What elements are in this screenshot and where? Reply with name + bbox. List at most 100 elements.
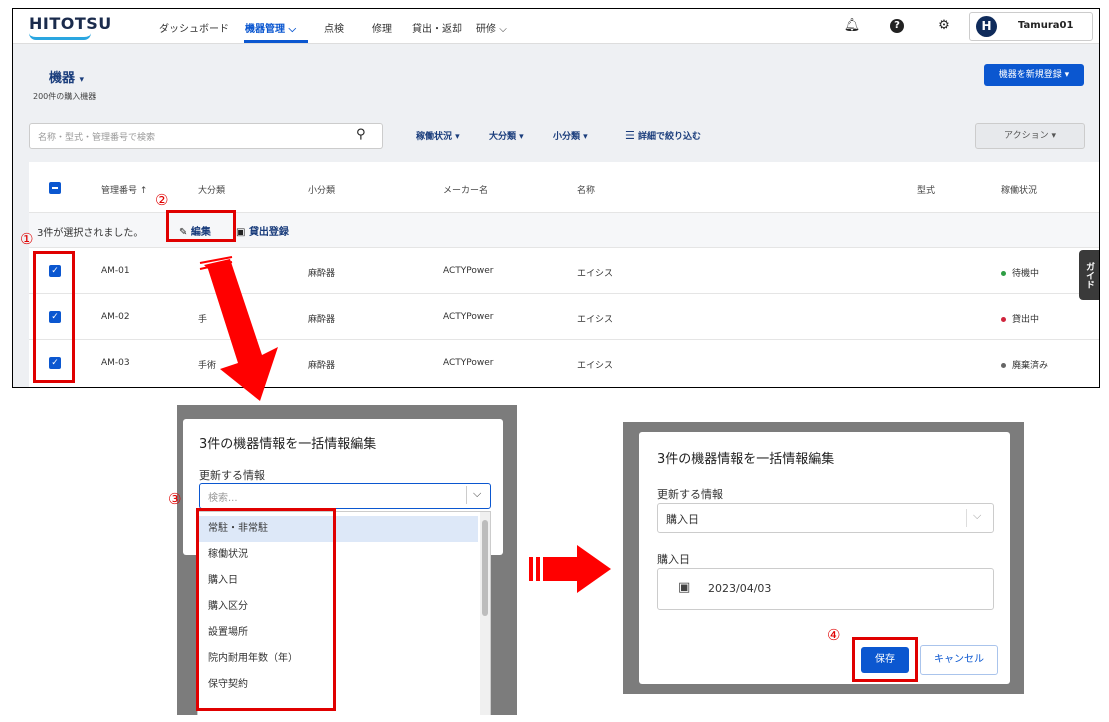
cell-maker: ACTYPower — [443, 358, 494, 368]
calendar-icon[interactable]: ▣ — [678, 580, 690, 595]
search-icon[interactable]: ⚲ — [356, 127, 366, 142]
field-search-placeholder: 検索... — [208, 493, 238, 504]
cancel-button[interactable]: キャンセル — [920, 645, 998, 675]
modal-title: 3件の機器情報を一括情報編集 — [657, 452, 835, 467]
cell-id: AM-03 — [101, 358, 130, 368]
col-header-model[interactable]: 型式 — [917, 183, 935, 196]
bulk-edit-form-screenshot: 3件の機器情報を一括情報編集 更新する情報 購入日 ⌵ 購入日 ▣ 2023/0… — [623, 422, 1024, 694]
caret-down-icon: ▾ — [79, 75, 85, 85]
field-select[interactable]: 購入日 ⌵ — [657, 503, 994, 533]
cell-status: 廃棄済み — [1001, 358, 1048, 371]
detail-filter-button[interactable]: ☰ 詳細で絞り込む — [625, 129, 701, 142]
chevron-down-icon[interactable]: ⌵ — [473, 487, 481, 501]
status-label: 待機中 — [1012, 269, 1040, 279]
action-button[interactable]: アクション ▾ — [975, 123, 1085, 149]
select-all-checkbox[interactable] — [49, 182, 61, 194]
cell-maker: ACTYPower — [443, 266, 494, 276]
status-label: 貸出中 — [1012, 315, 1040, 325]
guide-tab[interactable]: ガイド — [1079, 250, 1099, 300]
annotation-box-edit — [166, 210, 236, 242]
arrow-down-right-icon — [199, 256, 278, 401]
cell-status: 貸出中 — [1001, 312, 1039, 325]
col-header-minor[interactable]: 小分類 — [308, 183, 335, 196]
field-search-input[interactable]: 検索... ⌵ — [199, 483, 491, 509]
nav-inspection[interactable]: 点検 — [324, 20, 344, 35]
chevron-down-icon: ⌵ — [288, 24, 297, 35]
search-input[interactable]: 名称・型式・管理番号で検索 ⚲ — [29, 123, 383, 149]
date-value: 2023/04/03 — [708, 582, 772, 595]
field-select-value: 購入日 — [666, 513, 699, 526]
search-placeholder: 名称・型式・管理番号で検索 — [38, 133, 156, 143]
lend-register-button[interactable]: ▣ 貸出登録 — [236, 223, 289, 238]
app-logo[interactable]: HITOTSU — [29, 14, 112, 33]
user-menu[interactable]: H Tamura01 — [969, 12, 1093, 41]
new-equipment-label: 機器を新規登録 — [998, 70, 1062, 80]
filter-minor-label: 小分類 — [553, 132, 581, 142]
cell-name: エイシス — [577, 361, 614, 371]
cell-id: AM-02 — [101, 312, 130, 322]
scrollbar-thumb[interactable] — [482, 520, 488, 616]
chevron-down-icon: ⌵ — [499, 24, 507, 35]
purchase-date-input[interactable]: ▣ 2023/04/03 — [657, 568, 994, 610]
equipment-list-screenshot: HITOTSU ダッシュボード 機器管理 ⌵ 点検 修理 貸出・返却 研修 ⌵ … — [12, 8, 1100, 388]
help-icon[interactable]: ? — [890, 19, 904, 33]
cell-id: AM-01 — [101, 266, 130, 276]
status-label: 廃棄済み — [1012, 361, 1049, 371]
bulk-edit-modal: 3件の機器情報を一括情報編集 更新する情報 購入日 ⌵ 購入日 ▣ 2023/0… — [639, 432, 1010, 684]
logo-underline — [29, 33, 91, 40]
filter-major-category[interactable]: 大分類 ▾ — [489, 129, 524, 142]
gear-icon[interactable]: ⚙ — [935, 17, 953, 35]
bell-icon[interactable]: 🔔︎ — [843, 17, 861, 35]
filter-minor-category[interactable]: 小分類 ▾ — [553, 129, 588, 142]
annotation-box-options — [196, 508, 336, 711]
annotation-number-4: ④ — [827, 626, 841, 644]
col-header-id[interactable]: 管理番号 ↑ — [101, 183, 147, 196]
cell-status: 待機中 — [1001, 266, 1039, 279]
page-title[interactable]: 機器 ▾ — [49, 67, 84, 86]
cell-minor: 麻酔器 — [308, 361, 336, 371]
dropdown-scrollbar[interactable] — [480, 512, 490, 715]
col-header-status[interactable]: 稼働状況 — [1001, 183, 1037, 196]
detail-filter-label: 詳細で絞り込む — [638, 132, 702, 142]
cell-minor: 麻酔器 — [308, 269, 336, 279]
date-label: 購入日 — [657, 553, 690, 566]
status-dot — [1001, 317, 1006, 322]
select-divider — [966, 509, 967, 527]
arrow-right-icon — [529, 545, 611, 593]
nav-active-indicator — [244, 40, 308, 43]
selection-count: 3件が選択されました。 — [37, 228, 144, 239]
field-label: 更新する情報 — [657, 488, 723, 501]
nav-lending[interactable]: 貸出・返却 — [412, 20, 462, 35]
col-header-name[interactable]: 名称 — [577, 183, 595, 196]
lend-label: 貸出登録 — [248, 227, 289, 238]
nav-equipment-label: 機器管理 — [245, 24, 285, 35]
action-label: アクション — [1004, 131, 1049, 141]
annotation-number-1: ① — [20, 230, 34, 248]
cell-name: エイシス — [577, 315, 614, 325]
nav-dashboard[interactable]: ダッシュボード — [159, 20, 229, 35]
col-header-maker[interactable]: メーカー名 — [443, 183, 488, 196]
col-header-major[interactable]: 大分類 — [198, 183, 225, 196]
new-equipment-button[interactable]: 機器を新規登録 ▾ — [984, 64, 1084, 86]
cell-name: エイシス — [577, 269, 614, 279]
page-title-label: 機器 — [49, 71, 76, 86]
nav-equipment[interactable]: 機器管理 ⌵ — [245, 20, 296, 35]
nav-repair[interactable]: 修理 — [372, 20, 392, 35]
nav-training-label: 研修 — [476, 24, 496, 35]
field-label: 更新する情報 — [199, 469, 265, 482]
status-dot — [1001, 363, 1006, 368]
top-nav-bar: HITOTSU ダッシュボード 機器管理 ⌵ 点検 修理 貸出・返却 研修 ⌵ … — [13, 9, 1099, 44]
status-dot — [1001, 271, 1006, 276]
nav-training[interactable]: 研修 ⌵ — [476, 20, 507, 35]
cell-minor: 麻酔器 — [308, 315, 336, 325]
filter-status-label: 稼働状況 — [416, 132, 453, 142]
annotation-box-checkboxes — [33, 251, 75, 383]
modal-title: 3件の機器情報を一括情報編集 — [199, 437, 377, 452]
filter-major-label: 大分類 — [489, 132, 517, 142]
user-name: Tamura01 — [1018, 20, 1074, 31]
annotation-number-3: ③ — [168, 490, 182, 508]
filter-status[interactable]: 稼働状況 ▾ — [416, 129, 460, 142]
annotation-number-2: ② — [155, 191, 169, 209]
chevron-down-icon[interactable]: ⌵ — [973, 509, 981, 523]
avatar: H — [976, 16, 997, 37]
